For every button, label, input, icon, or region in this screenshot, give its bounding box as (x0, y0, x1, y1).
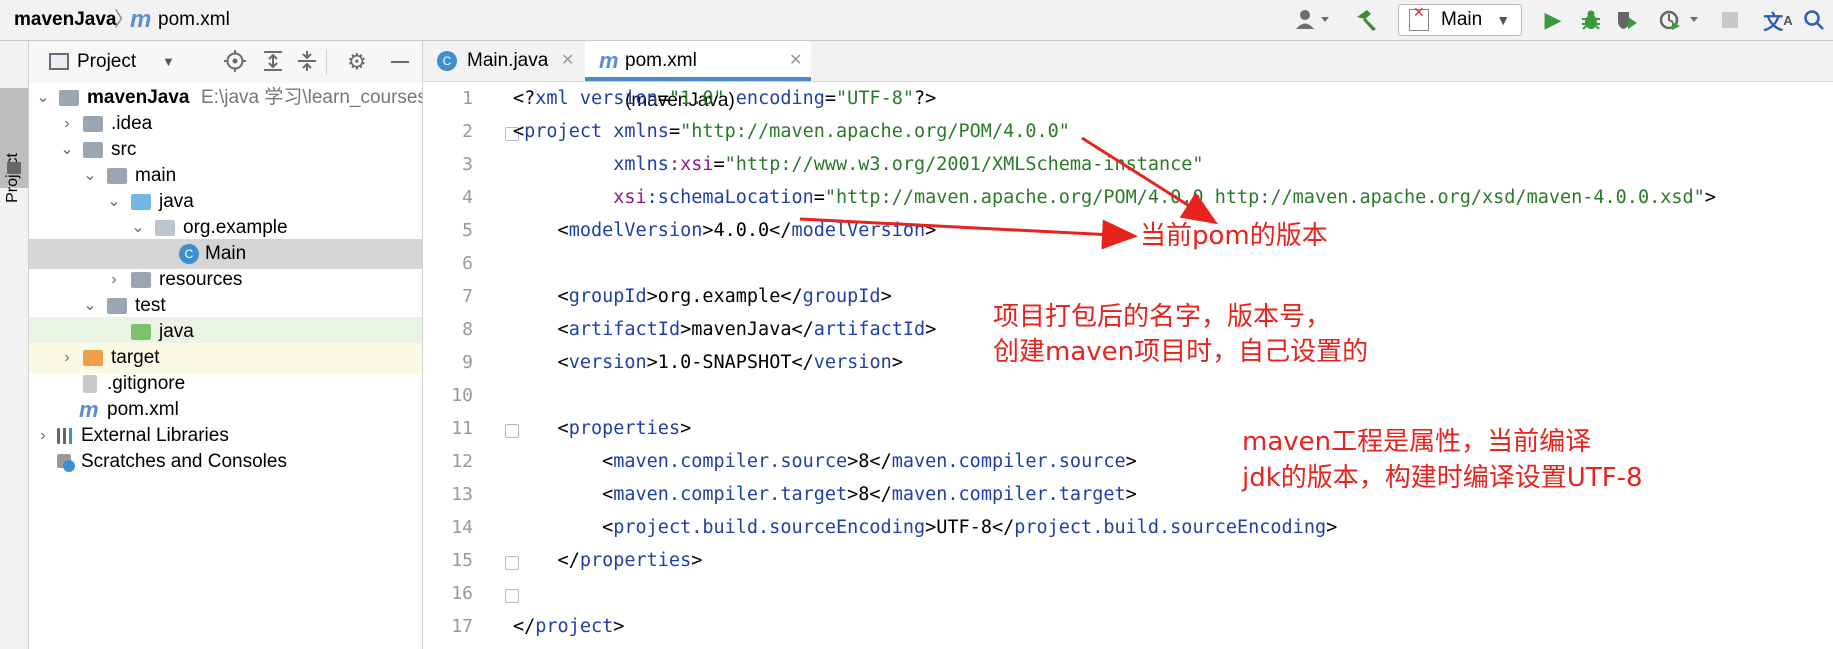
annotation-arrows (799, 136, 1219, 250)
annotation-props-line1: maven工程是属性，当前编译 (1242, 427, 1592, 457)
annotation-pom-version: 当前pom的版本 (1140, 221, 1328, 251)
arrow-to-model-version (799, 217, 1138, 250)
annotation-props-line2: jdk的版本，构建时编译设置UTF-8 (1242, 463, 1643, 493)
annotation-package-line1: 项目打包后的名字，版本号， (993, 302, 1332, 332)
annotation-package-line2: 创建maven项目时，自己设置的 (993, 337, 1369, 367)
arrow-from-xmlns (1081, 136, 1219, 225)
